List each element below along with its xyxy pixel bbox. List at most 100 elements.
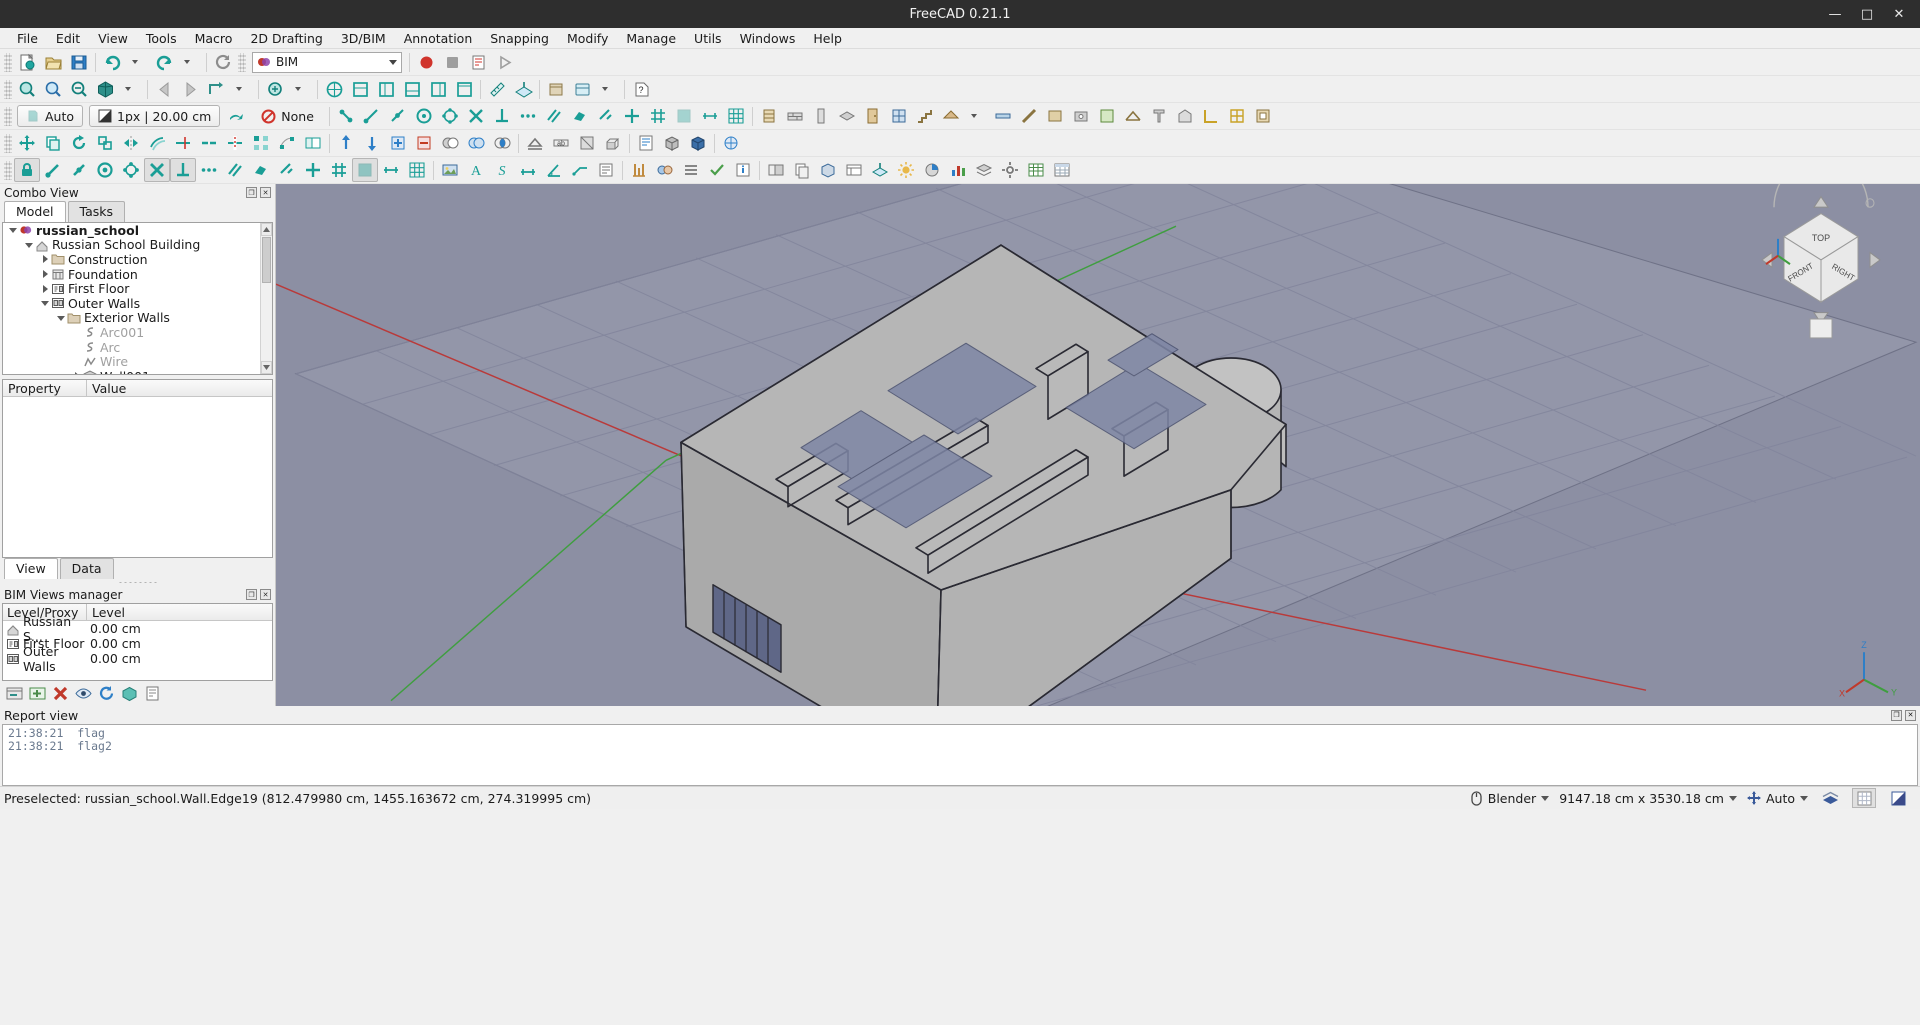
lock-icon[interactable]	[14, 158, 40, 182]
view-bottom-icon[interactable]	[451, 77, 477, 101]
component-icon[interactable]	[1250, 104, 1276, 128]
menu-item-tools[interactable]: Tools	[137, 29, 186, 48]
zoom-dropdown-icon[interactable]	[288, 77, 314, 101]
autogroup-status[interactable]: Auto	[1746, 791, 1808, 806]
close-button[interactable]: ✕	[1884, 2, 1914, 26]
snap-midpoint-icon[interactable]	[385, 104, 411, 128]
navigation-style-selector[interactable]: Blender	[1470, 791, 1550, 806]
property-editor[interactable]: Property Value	[2, 379, 273, 558]
snap-perpendicular-icon[interactable]	[489, 104, 515, 128]
macro-execute-icon[interactable]	[491, 50, 517, 74]
menu-item-2d-drafting[interactable]: 2D Drafting	[241, 29, 331, 48]
axonometric-view-icon[interactable]	[92, 77, 118, 101]
roof-dropdown-icon[interactable]	[964, 104, 990, 128]
draw-style-dropdown-icon[interactable]	[595, 77, 621, 101]
macro-record-icon[interactable]	[413, 50, 439, 74]
workbench-selector[interactable]: BIM	[252, 51, 402, 73]
split-icon[interactable]	[222, 131, 248, 155]
delete-view-icon[interactable]	[52, 685, 69, 702]
boolean-common-icon[interactable]	[489, 131, 515, 155]
ifc-explorer-icon[interactable]	[633, 131, 659, 155]
space-icon[interactable]	[1094, 104, 1120, 128]
3d-viewport[interactable]: TOP FRONT RIGHT Z Y X	[276, 184, 1920, 706]
rotate-icon[interactable]	[66, 131, 92, 155]
shape-string-icon[interactable]: ab	[548, 131, 574, 155]
whats-this-icon[interactable]: ?	[628, 77, 654, 101]
redo-dropdown-icon[interactable]	[177, 50, 203, 74]
snap-midpoint2-icon[interactable]	[66, 158, 92, 182]
tree-item-outer-walls[interactable]: Outer Walls	[3, 296, 272, 311]
view-right-icon[interactable]	[373, 77, 399, 101]
snap-center2-icon[interactable]	[92, 158, 118, 182]
open-document-icon[interactable]	[40, 50, 66, 74]
model-tree[interactable]: russian_school Russian School Building Con…	[2, 222, 273, 375]
snap-near2-icon[interactable]	[274, 158, 300, 182]
toolbar-grip[interactable]	[4, 160, 12, 180]
refresh-view-icon[interactable]	[203, 77, 229, 101]
tree-item-construction[interactable]: Construction	[3, 252, 272, 267]
menu-item-utils[interactable]: Utils	[685, 29, 731, 48]
tree-item-wall001[interactable]: Wall001	[3, 369, 272, 374]
grid-system-icon[interactable]	[1224, 104, 1250, 128]
draw-style-icon[interactable]	[569, 77, 595, 101]
spreadsheet-icon[interactable]	[1023, 158, 1049, 182]
sun-study-icon[interactable]	[893, 158, 919, 182]
menu-item-edit[interactable]: Edit	[47, 29, 89, 48]
menu-item-annotation[interactable]: Annotation	[395, 29, 482, 48]
box-icon[interactable]	[659, 131, 685, 155]
tree-expander-icon[interactable]	[39, 270, 50, 279]
shape-string2-icon[interactable]: S	[489, 158, 515, 182]
new-document-icon[interactable]	[14, 50, 40, 74]
axonometric-dropdown-icon[interactable]	[118, 77, 144, 101]
snap-working-plane-icon[interactable]	[671, 104, 697, 128]
profile-icon[interactable]	[1146, 104, 1172, 128]
layers-icon[interactable]	[971, 158, 997, 182]
toolbar-grip[interactable]	[4, 133, 12, 153]
dimensions-readout[interactable]: 9147.18 cm x 3530.18 cm	[1559, 791, 1737, 806]
toolbar-grip[interactable]	[4, 79, 12, 99]
material-icon[interactable]	[652, 158, 678, 182]
toolbar-grip[interactable]	[4, 52, 12, 72]
refresh-icon[interactable]	[210, 50, 236, 74]
box-blue-icon[interactable]	[685, 131, 711, 155]
toolbar-grip[interactable]	[238, 52, 246, 72]
tab-tasks[interactable]: Tasks	[67, 201, 126, 222]
tree-expander-icon[interactable]	[23, 241, 34, 249]
tree-expander-icon[interactable]	[71, 372, 82, 374]
shape-2d-view-icon[interactable]	[522, 131, 548, 155]
array-icon[interactable]	[248, 131, 274, 155]
scale-icon[interactable]	[92, 131, 118, 155]
previous-view-icon[interactable]	[151, 77, 177, 101]
ifc-export-icon[interactable]	[815, 158, 841, 182]
save-document-icon[interactable]	[66, 50, 92, 74]
view-rear-icon[interactable]	[399, 77, 425, 101]
pipe-icon[interactable]	[990, 104, 1016, 128]
tree-item-russian-school-building[interactable]: Russian School Building	[3, 237, 272, 252]
combo-view-close-button[interactable]: ✕	[260, 187, 271, 198]
tree-item-first-floor[interactable]: First Floor	[3, 281, 272, 296]
manage-icon[interactable]	[997, 158, 1023, 182]
menu-item-modify[interactable]: Modify	[558, 29, 617, 48]
mirror-icon[interactable]	[118, 131, 144, 155]
grid-status-icon[interactable]	[1852, 788, 1876, 808]
pie-chart-icon[interactable]	[919, 158, 945, 182]
workplane-status-icon[interactable]	[1818, 788, 1842, 808]
view-top-icon[interactable]	[347, 77, 373, 101]
views-manager-icon[interactable]	[841, 158, 867, 182]
clone-tool-icon[interactable]	[763, 158, 789, 182]
bim-views-table[interactable]: Level/Proxy Level Russian S... 0.00 cm Fir…	[2, 603, 273, 681]
truss-icon[interactable]	[1120, 104, 1146, 128]
menu-item-view[interactable]: View	[89, 29, 137, 48]
downgrade-icon[interactable]	[359, 131, 385, 155]
note-icon[interactable]	[144, 685, 161, 702]
undo-dropdown-icon[interactable]	[125, 50, 151, 74]
tree-item-arc001[interactable]: Arc001	[3, 325, 272, 340]
clone-icon[interactable]	[300, 131, 326, 155]
snap-extension2-icon[interactable]	[196, 158, 222, 182]
zoom-region-icon[interactable]	[66, 77, 92, 101]
wall-tool-icon[interactable]	[782, 104, 808, 128]
tab-model[interactable]: Model	[4, 201, 66, 222]
classification-icon[interactable]	[678, 158, 704, 182]
path-array-icon[interactable]	[274, 131, 300, 155]
copy-icon[interactable]	[40, 131, 66, 155]
